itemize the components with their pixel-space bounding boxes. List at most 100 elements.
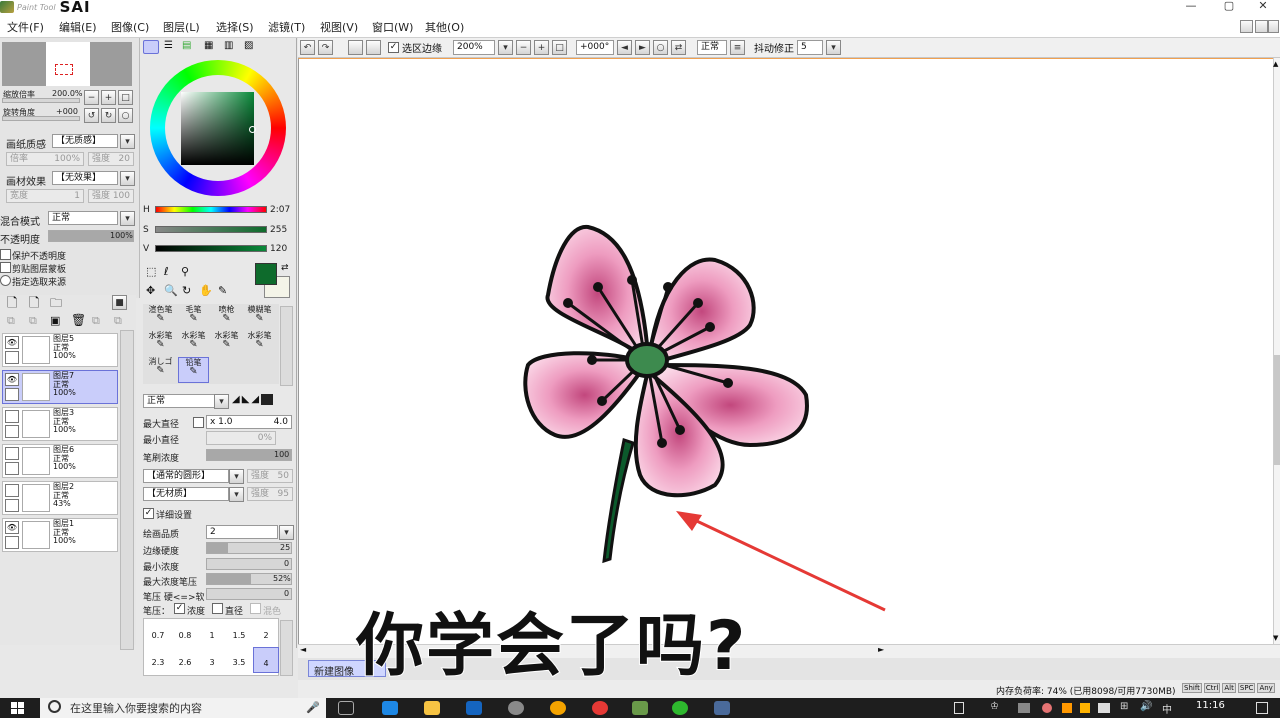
tray-icon-4[interactable] <box>1042 703 1052 713</box>
visibility-eye-icon[interactable]: 👁 <box>5 521 19 534</box>
size-preset[interactable]: 4 <box>253 647 279 673</box>
wechat-icon[interactable] <box>672 701 688 715</box>
menu-edit[interactable]: 编辑(E) <box>59 19 97 35</box>
app-icon-1[interactable] <box>508 701 524 715</box>
brush-tool-slot[interactable]: 水彩笔 ✎ <box>178 331 209 357</box>
eyedropper-icon[interactable]: ✎ <box>218 284 227 297</box>
delete-mask-icon[interactable]: ⧉ <box>114 314 122 328</box>
stabilizer-select[interactable]: 5 <box>797 40 823 55</box>
move-icon[interactable]: ✥ <box>146 284 155 297</box>
hand-tool-icon[interactable]: ✋ <box>199 284 213 297</box>
new-folder-icon[interactable]: 🗀 <box>50 294 62 315</box>
canvas-vertical-scroll-thumb[interactable] <box>1274 355 1280 465</box>
visibility-eye-icon[interactable] <box>5 447 19 460</box>
blend-select[interactable]: 正常 <box>697 40 727 55</box>
brush-tool-slot[interactable]: 水彩笔 ✎ <box>145 331 176 357</box>
mdi-minimize-button[interactable] <box>1240 20 1253 33</box>
brush-tool-slot[interactable]: 模糊笔 ✎ <box>244 305 275 331</box>
pressure-softness-slider[interactable] <box>206 588 292 600</box>
mail-icon[interactable] <box>466 701 482 715</box>
brush-tool-slot[interactable]: 渲色笔 ✎ <box>145 305 176 331</box>
paper-texture-select[interactable]: 【无质感】 <box>52 134 118 148</box>
scroll-down-icon[interactable]: ▼ <box>1273 634 1278 642</box>
nav-rotate-right-button[interactable]: ↻ <box>101 108 116 123</box>
clear-layer-icon[interactable]: ▣ <box>50 314 60 327</box>
max-size-field[interactable]: x 1.0 4.0 <box>206 415 292 429</box>
brush-tool-slot[interactable]: 铅笔 ✎ <box>178 357 209 383</box>
rotate-reset-button[interactable]: ○ <box>653 40 668 55</box>
nav-zoom-fit-button[interactable]: □ <box>118 90 133 105</box>
layer-row[interactable]: 图层3 正常 100% <box>2 407 118 441</box>
taskbar-search-box[interactable]: 在这里输入你要搜索的内容 <box>40 698 326 718</box>
file-explorer-icon[interactable] <box>424 701 440 715</box>
visibility-eye-icon[interactable] <box>5 410 19 423</box>
clock-time[interactable]: 11:16 <box>1196 700 1225 711</box>
saturation-value-square[interactable] <box>181 92 254 165</box>
tray-icon-3[interactable] <box>1018 703 1030 713</box>
brush-texture-select[interactable]: 【无材质】 <box>143 487 229 501</box>
hsv-slider-tab-icon[interactable]: ▤ <box>182 40 191 51</box>
layer-row[interactable]: 👁 图层5 正常 100% <box>2 333 118 367</box>
size-preset[interactable]: 2.3 <box>145 647 171 673</box>
size-preset[interactable]: 1.5 <box>226 620 252 646</box>
blend-mode-dropdown[interactable]: ▾ <box>120 211 135 226</box>
rotate-angle-slider[interactable] <box>2 116 80 121</box>
delete-layer-icon[interactable]: 🗑 <box>71 313 86 327</box>
layer-row[interactable]: 👁 图层7 正常 100% <box>2 370 118 404</box>
tray-icon-6[interactable] <box>1080 703 1090 713</box>
layer-row[interactable]: 👁 图层1 正常 100% <box>2 518 118 552</box>
redo-button[interactable]: ↷ <box>318 40 333 55</box>
visibility-eye-icon[interactable] <box>5 484 19 497</box>
zoom-dropdown-button[interactable]: ▾ <box>498 40 513 55</box>
brush-tool-slot[interactable]: 喷枪 ✎ <box>211 305 242 331</box>
color-wheel-tab-icon[interactable] <box>143 40 159 54</box>
brush-tool-slot[interactable]: 消しゴ ✎ <box>145 357 176 383</box>
microphone-icon[interactable]: 🎤 <box>306 701 320 714</box>
brush-blend-dropdown[interactable]: ▾ <box>214 394 229 409</box>
menu-window[interactable]: 窗口(W) <box>372 19 413 35</box>
zoom-tool-icon[interactable]: 🔍 <box>164 284 178 297</box>
zoom-rate-slider[interactable] <box>2 98 80 103</box>
apply-mask-icon[interactable]: ⧉ <box>92 314 100 328</box>
rotate-left-button[interactable]: ◄ <box>617 40 632 55</box>
brush-tool-slot[interactable]: 水彩笔 ✎ <box>244 331 275 357</box>
swatches-tab-icon[interactable]: ▦ <box>204 40 213 51</box>
volume-icon[interactable]: 🔊 <box>1140 701 1152 712</box>
max-size-lock[interactable] <box>193 417 204 428</box>
deselect-button[interactable] <box>348 40 363 55</box>
size-preset[interactable]: 2 <box>253 620 279 646</box>
tray-icon-5[interactable] <box>1062 703 1072 713</box>
visibility-eye-icon[interactable]: 👁 <box>5 373 19 386</box>
layer-lock-icon[interactable] <box>5 388 19 401</box>
swap-colors-icon[interactable]: ⇄ <box>281 263 289 273</box>
hue-slider[interactable] <box>155 206 267 213</box>
navigator-preview[interactable] <box>2 42 132 86</box>
undo-button[interactable]: ↶ <box>300 40 315 55</box>
tray-icon-1[interactable] <box>954 702 964 714</box>
angle-select[interactable]: +000° <box>576 40 614 55</box>
zoom-select[interactable]: 200% <box>453 40 495 55</box>
transfer-down-icon[interactable]: ⧉ <box>7 314 15 328</box>
stabilizer-dropdown-button[interactable]: ▾ <box>826 40 841 55</box>
brush-shape-dropdown[interactable]: ▾ <box>229 469 244 484</box>
nav-rotate-reset-button[interactable]: ○ <box>118 108 133 123</box>
size-preset[interactable]: 1 <box>199 620 225 646</box>
merge-down-icon[interactable]: ⧉ <box>29 314 37 328</box>
menu-other[interactable]: 其他(O) <box>425 19 464 35</box>
scroll-right-icon[interactable]: ► <box>878 645 884 654</box>
menu-view[interactable]: 视图(V) <box>320 19 358 35</box>
blend-dropdown-button[interactable]: ≡ <box>730 40 745 55</box>
layer-lock-icon[interactable] <box>5 462 19 475</box>
size-preset[interactable]: 0.8 <box>172 620 198 646</box>
layer-scrollbar[interactable] <box>120 330 134 650</box>
size-preset[interactable]: 3 <box>199 647 225 673</box>
lasso-icon[interactable]: ℓ <box>164 265 169 278</box>
menu-select[interactable]: 选择(S) <box>216 19 254 35</box>
mixer-tab-icon[interactable]: ▥ <box>224 40 233 51</box>
color-picker-handle[interactable] <box>249 126 256 133</box>
menu-file[interactable]: 文件(F) <box>7 19 44 35</box>
ime-icon[interactable]: 中 <box>1162 701 1172 716</box>
tray-icon-7[interactable] <box>1098 703 1110 713</box>
layer-row[interactable]: 图层2 正常 43% <box>2 481 118 515</box>
rotate-tool-icon[interactable]: ↻ <box>182 284 191 297</box>
